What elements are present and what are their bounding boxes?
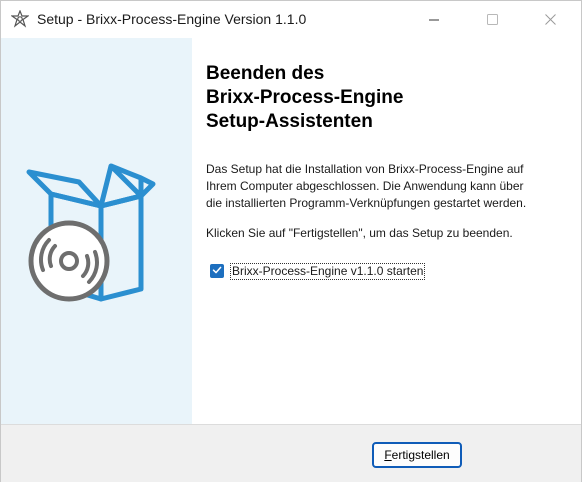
maximize-icon	[486, 14, 498, 25]
finish-button-label: Fertigstellen	[384, 448, 450, 462]
wizard-heading: Beenden des Brixx-Process-Engine Setup-A…	[206, 62, 566, 134]
setup-window: Setup - Brixx-Process-Engine Version 1.1…	[0, 0, 582, 482]
finish-button[interactable]: Fertigstellen	[372, 442, 462, 468]
wizard-main-panel: Beenden des Brixx-Process-Engine Setup-A…	[192, 38, 581, 424]
close-button[interactable]	[527, 1, 573, 38]
setup-gear-icon	[10, 9, 30, 28]
completion-message: Das Setup hat die Installation von Brixx…	[206, 161, 571, 212]
title-bar[interactable]: Setup - Brixx-Process-Engine Version 1.1…	[1, 1, 581, 38]
heading-line: Brixx-Process-Engine	[206, 87, 404, 108]
launch-checkbox[interactable]	[210, 264, 224, 278]
checkmark-icon	[212, 262, 222, 280]
window-title: Setup - Brixx-Process-Engine Version 1.1…	[37, 11, 307, 27]
finish-instruction: Klicken Sie auf "Fertigstellen", um das …	[206, 226, 513, 240]
launch-checkbox-label[interactable]: Brixx-Process-Engine v1.1.0 starten	[230, 262, 426, 280]
message-line: Das Setup hat die Installation von Brixx…	[206, 162, 524, 176]
message-line: die installierten Programm-Verknüpfungen…	[206, 196, 527, 210]
launch-checkbox-row[interactable]: Brixx-Process-Engine v1.1.0 starten	[210, 262, 426, 280]
maximize-button[interactable]	[469, 1, 515, 38]
wizard-footer: Fertigstellen	[1, 424, 581, 482]
message-line: Ihrem Computer abgeschlossen. Die Anwend…	[206, 179, 524, 193]
wizard-side-panel	[1, 38, 192, 424]
close-icon	[544, 14, 556, 25]
heading-line: Beenden des	[206, 63, 325, 84]
minimize-icon	[429, 15, 439, 25]
heading-line: Setup-Assistenten	[206, 111, 373, 132]
minimize-button[interactable]	[411, 1, 457, 38]
